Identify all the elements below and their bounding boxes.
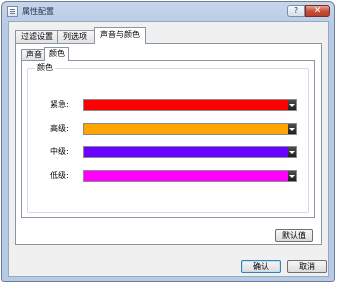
- high-color-select[interactable]: [83, 123, 297, 135]
- sound-color-panel: 声音 颜色 颜色 紧急: 高级: 中级: 低级: 默认值: [15, 43, 322, 245]
- dialog-client-area: 过滤设置 列选项 声音与颜色 声音 颜色 颜色 紧急: 高级: 中级: 低级: …: [8, 21, 329, 277]
- help-button[interactable]: ?: [287, 5, 305, 17]
- close-button[interactable]: ✕: [305, 5, 330, 17]
- ok-button[interactable]: 确认: [241, 260, 281, 273]
- tab-filter-settings[interactable]: 过滤设置: [15, 30, 58, 43]
- high-label: 高级:: [50, 124, 69, 133]
- cancel-button[interactable]: 取消: [287, 260, 327, 273]
- chevron-down-icon[interactable]: [288, 171, 296, 181]
- low-color-select[interactable]: [83, 170, 297, 182]
- color-tab-panel: 颜色 紧急: 高级: 中级: 低级:: [21, 60, 315, 218]
- color-group-title: 颜色: [35, 63, 55, 73]
- urgent-label: 紧急:: [50, 100, 69, 109]
- medium-label: 中级:: [50, 147, 69, 156]
- properties-dialog: 属性配置 ? ✕ 过滤设置 列选项 声音与颜色 声音 颜色 颜色 紧急: 高级:…: [1, 1, 335, 282]
- chevron-down-icon[interactable]: [288, 147, 296, 157]
- color-groupbox: 颜色 紧急: 高级: 中级: 低级:: [27, 63, 309, 213]
- window-title: 属性配置: [22, 7, 54, 16]
- tab-sound-and-color[interactable]: 声音与颜色: [94, 27, 146, 44]
- low-label: 低级:: [50, 171, 69, 180]
- window-app-icon: [7, 6, 18, 17]
- tab-column-options[interactable]: 列选项: [57, 30, 95, 43]
- chevron-down-icon[interactable]: [288, 124, 296, 134]
- defaults-button[interactable]: 默认值: [275, 229, 313, 242]
- medium-color-select[interactable]: [83, 146, 297, 158]
- urgent-color-select[interactable]: [83, 99, 297, 111]
- tab-sound[interactable]: 声音: [21, 49, 45, 60]
- title-bar[interactable]: 属性配置 ? ✕: [2, 2, 334, 21]
- chevron-down-icon[interactable]: [288, 100, 296, 110]
- tab-color[interactable]: 颜色: [44, 47, 69, 61]
